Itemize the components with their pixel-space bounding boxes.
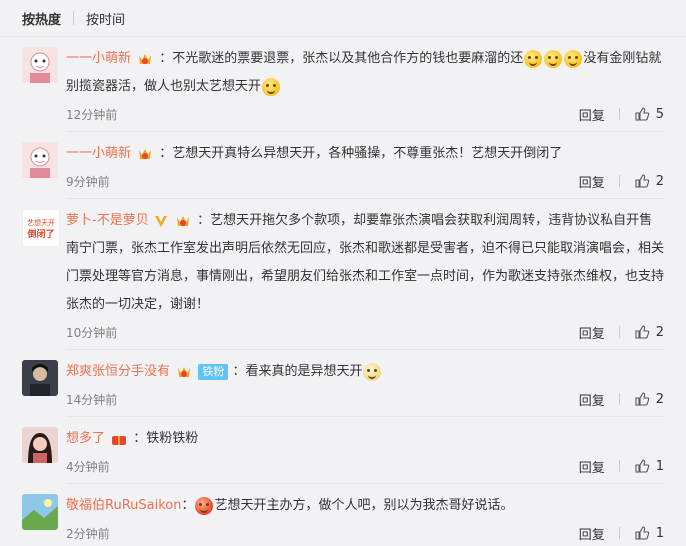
comment-text: 想多了 ：铁粉铁粉 [66, 425, 664, 453]
timestamp: 4分钟前 [66, 459, 110, 474]
comment-meta: 14分钟前 回复 2 [66, 386, 664, 412]
avatar-image [22, 47, 58, 83]
avatar[interactable] [22, 427, 58, 463]
svg-text:倒闭了: 倒闭了 [26, 228, 54, 240]
like-button[interactable]: 5 [634, 106, 664, 122]
smile-emoji-icon [564, 49, 583, 68]
avatar-image: 艺想天开倒闭了 [23, 210, 59, 246]
like-count: 2 [655, 391, 664, 407]
thumbs-up-icon [635, 526, 649, 540]
timestamp: 10分钟前 [66, 325, 118, 340]
member-badge-icon[interactable] [174, 214, 192, 228]
comment-body: ：看来真的是异想天开 [232, 364, 363, 379]
avatar[interactable]: 艺想天开 倒闭了 [22, 209, 60, 247]
comment-meta: 10分钟前 回复 2 [66, 319, 664, 345]
timestamp: 14分钟前 [66, 392, 118, 407]
username[interactable]: 郑爽张恒分手没有 [66, 364, 170, 379]
member-badge-icon[interactable] [136, 147, 154, 161]
comment-body: ：艺想天开真特么异想天开，各种骚操，不尊重张杰！艺想天开倒闭了 [159, 146, 563, 161]
avatar-image [22, 360, 58, 396]
comment-text: 敬福伯RuRuSaikon： 艺想天开主办方，做个人吧，别以为我杰哥好说话。 [66, 496, 514, 515]
comment-item: 一一小萌新 ：艺想天开真特么异想天开，各种骚操，不尊重张杰！艺想天开倒闭了 9分… [0, 132, 686, 199]
like-button[interactable]: 2 [634, 324, 664, 340]
smile-emoji-icon [262, 77, 281, 96]
thumbs-up-icon [635, 459, 649, 473]
comment-meta: 2分钟前 回复 1 [66, 520, 664, 546]
like-button[interactable]: 2 [634, 173, 664, 189]
divider [618, 326, 620, 338]
comment-body: 艺想天开主办方，做个人吧，别以为我杰哥好说话。 [214, 498, 514, 513]
comment-body: ：不光歌迷的票要退票，张杰以及其他合作方的钱也要麻溜的还 [159, 51, 524, 66]
reply-button[interactable]: 回复 [579, 105, 605, 124]
like-count: 1 [655, 525, 664, 541]
member-badge-icon[interactable] [136, 52, 154, 66]
like-count: 2 [655, 173, 664, 189]
like-button[interactable]: 1 [634, 458, 664, 474]
comment-text: 萝卜-不是萝贝 ：艺想天开拖欠多个款项，却要靠张杰演唱会获取利润周转，违背协议私… [66, 207, 664, 319]
comment-item: 郑爽张恒分手没有 铁粉 ：看来真的是异想天开 14分钟前 回复 2 [0, 350, 686, 417]
like-count: 5 [655, 106, 664, 122]
gift-badge-icon[interactable] [110, 432, 128, 446]
thumbs-up-icon [635, 107, 649, 121]
username[interactable]: 萝卜-不是萝贝 [66, 213, 149, 228]
avatar[interactable] [22, 360, 58, 396]
divider [618, 108, 620, 120]
smile-emoji-icon [544, 49, 563, 68]
member-badge-icon[interactable] [175, 365, 193, 379]
thumbs-up-icon [635, 174, 649, 188]
timestamp: 9分钟前 [66, 174, 110, 189]
avatar[interactable] [22, 142, 58, 178]
smile-emoji-icon [524, 49, 543, 68]
comment-item: 艺想天开 倒闭了 萝卜-不是萝贝 ：艺想天开拖欠多个款项，却要靠张杰演唱会获取利润… [0, 199, 686, 350]
avatar-image [22, 494, 58, 530]
sort-by-hot-tab[interactable]: 按热度 [22, 9, 61, 28]
thumbs-up-icon [635, 325, 649, 339]
svg-text:艺想天开: 艺想天开 [27, 218, 55, 227]
comment-item: 敬福伯RuRuSaikon： 艺想天开主办方，做个人吧，别以为我杰哥好说话。 2分… [0, 484, 686, 546]
comment-meta: 9分钟前 回复 2 [66, 168, 664, 194]
comment-text: 一一小萌新 ：不光歌迷的票要退票，张杰以及其他合作方的钱也要麻溜的还 没有金刚钻就… [66, 45, 664, 101]
divider [618, 393, 620, 405]
like-count: 1 [655, 458, 664, 474]
like-count: 2 [655, 324, 664, 340]
username[interactable]: 想多了 [66, 431, 105, 446]
username[interactable]: 一一小萌新 [66, 51, 131, 66]
avatar[interactable] [22, 47, 58, 83]
doge-emoji-icon [363, 362, 382, 381]
comment-item: 想多了 ：铁粉铁粉 4分钟前 回复 1 [0, 417, 686, 484]
timestamp: 2分钟前 [66, 526, 110, 541]
divider [73, 11, 75, 25]
comment-meta: 12分钟前 回复 5 [66, 101, 664, 127]
reply-button[interactable]: 回复 [579, 390, 605, 409]
comment-text: 一一小萌新 ：艺想天开真特么异想天开，各种骚操，不尊重张杰！艺想天开倒闭了 [66, 140, 664, 168]
fan-tag: 铁粉 [198, 363, 229, 380]
comment-item: 一一小萌新 ：不光歌迷的票要退票，张杰以及其他合作方的钱也要麻溜的还 没有金刚钻就… [0, 37, 686, 132]
reply-button[interactable]: 回复 [579, 172, 605, 191]
reply-button[interactable]: 回复 [579, 457, 605, 476]
angry-emoji-icon [195, 496, 214, 515]
avatar-image [22, 427, 58, 463]
avatar[interactable] [22, 494, 58, 530]
username[interactable]: 一一小萌新 [66, 146, 131, 161]
avatar-image [22, 142, 58, 178]
like-button[interactable]: 1 [634, 525, 664, 541]
verified-v-icon[interactable] [154, 214, 168, 228]
comment-body: ：艺想天开拖欠多个款项，却要靠张杰演唱会获取利润周转，违背协议私自开售南宁门票，… [66, 213, 665, 312]
comment-text: 郑爽张恒分手没有 铁粉 ：看来真的是异想天开 [66, 358, 664, 386]
timestamp: 12分钟前 [66, 107, 118, 122]
divider [618, 527, 620, 539]
sort-by-time-tab[interactable]: 按时间 [86, 9, 125, 28]
like-button[interactable]: 2 [634, 391, 664, 407]
thumbs-up-icon [635, 392, 649, 406]
comment-meta: 4分钟前 回复 1 [66, 453, 664, 479]
reply-button[interactable]: 回复 [579, 524, 605, 543]
username[interactable]: 敬福伯RuRuSaikon [66, 498, 181, 513]
sort-bar: 按热度 按时间 [0, 0, 686, 37]
divider [618, 175, 620, 187]
reply-button[interactable]: 回复 [579, 323, 605, 342]
divider [618, 460, 620, 472]
comment-body: ：铁粉铁粉 [133, 431, 199, 446]
